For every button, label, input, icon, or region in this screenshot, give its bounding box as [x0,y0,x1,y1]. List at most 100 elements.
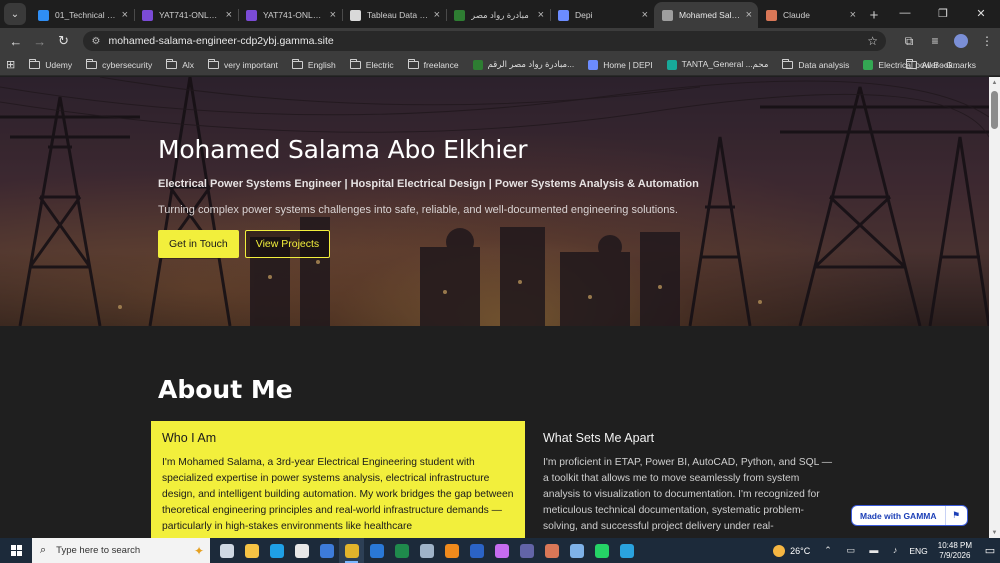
bookmark-folder[interactable]: English [291,58,336,70]
snipping-icon [569,543,584,558]
taskbar-app-keyboard[interactable] [414,538,439,563]
taskbar-app-telegram[interactable] [614,538,639,563]
bookmark-label: very important [224,59,278,70]
file-explorer-icon [244,543,259,558]
bookmark-folder[interactable]: cybersecurity [86,58,152,70]
browser-tab[interactable]: YAT741-ONL4_D × [134,2,238,28]
tab-favicon-icon [558,9,569,21]
address-bar[interactable]: ⚙ mohamed-salama-engineer-cdp2ybj.gamma.… [83,31,886,51]
taskbar-app-chrome[interactable] [339,538,364,563]
bookmark-folder[interactable]: Electric [349,58,394,70]
who-i-am-card: Who I Am I'm Mohamed Salama, a 3rd-year … [151,421,525,538]
what-sets-me-apart-heading: What Sets Me Apart [543,431,655,445]
weather-widget[interactable]: 26°C [773,544,810,557]
tray-icons[interactable]: ⌃ ▭ ▬ ♪ [824,545,903,556]
scrollbar-thumb[interactable] [991,91,998,129]
bookmark-folder[interactable]: freelance [407,58,459,70]
all-bookmarks-folder[interactable]: All Bookmarks [905,58,976,70]
close-tab-icon[interactable]: × [122,9,128,21]
close-tab-icon[interactable]: × [538,9,544,21]
tab-favicon-icon [454,9,465,21]
browser-tab[interactable]: YAT741-ONL4_D × [238,2,342,28]
scroll-down-icon[interactable]: ▼ [989,527,1000,538]
url-text: mohamed-salama-engineer-cdp2ybj.gamma.si… [108,35,334,47]
browser-tab[interactable]: مبادرة رواد مصر × [446,2,550,28]
site-info-icon[interactable]: ⚙ [91,36,100,47]
browser-tab[interactable]: Depi × [550,2,654,28]
browser-tab[interactable]: 01_Technical - O × [30,2,134,28]
media-controls-icon[interactable]: ≡ [922,34,948,48]
restore-icon[interactable]: ❐ [924,0,962,26]
taskbar-app-copilot[interactable] [489,538,514,563]
page-scrollbar[interactable]: ▲ ▼ [989,77,1000,538]
tab-search-icon[interactable]: ⌄ [4,3,26,25]
get-in-touch-button[interactable]: Get in Touch [158,230,239,258]
clock[interactable]: 10:48 PM 7/9/2026 [938,541,972,561]
close-tab-icon[interactable]: × [746,9,752,21]
tab-favicon-icon [662,9,673,21]
browser-tab[interactable]: Tableau Data Re × [342,2,446,28]
notifications-icon[interactable]: ▭ [980,544,1000,557]
reload-icon[interactable]: ↻ [52,33,76,49]
chrome-icon [344,543,359,558]
bookmark-folder[interactable]: Alx [166,58,195,70]
close-tab-icon[interactable]: × [642,9,648,21]
teams-icon [519,543,534,558]
what-sets-me-apart: What Sets Me Apart I'm proficient in ETA… [543,431,833,535]
bookmark-folder[interactable]: very important [208,58,278,70]
copilot-icon [494,543,509,558]
taskbar-app-file-explorer[interactable] [239,538,264,563]
close-tab-icon[interactable]: × [226,9,232,21]
menu-icon[interactable]: ⋮ [974,34,1000,48]
input-language[interactable]: ENG [909,546,927,556]
close-window-icon[interactable]: ✕ [962,0,1000,26]
hero-tagline: Turning complex power systems challenges… [158,204,678,216]
bookmark-star-icon[interactable]: ☆ [867,34,878,48]
folder-icon [29,58,41,69]
taskbar-app-claude[interactable] [539,538,564,563]
taskbar-app-excel[interactable] [389,538,414,563]
taskbar-app-edge[interactable] [264,538,289,563]
bookmark-folder[interactable]: Udemy [29,58,72,70]
bookmark-label: TANTA_General ...محم [681,59,769,69]
clock-time: 10:48 PM [937,540,972,550]
scroll-up-icon[interactable]: ▲ [989,77,1000,88]
browser-tab[interactable]: Claude × [758,2,862,28]
new-tab-button[interactable]: + [862,2,886,28]
forward-icon[interactable]: → [28,34,52,49]
taskbar-app-snipping[interactable] [564,538,589,563]
back-icon[interactable]: ← [4,34,28,49]
taskbar-app-word[interactable] [464,538,489,563]
view-projects-button[interactable]: View Projects [244,230,331,258]
taskbar-search[interactable]: ⌕ Type here to search ✦ [32,538,210,563]
bookmark-label: Electric [365,59,394,70]
apps-grid-icon[interactable]: ⊞ [6,58,15,71]
taskbar-app-vlc[interactable] [439,538,464,563]
close-tab-icon[interactable]: × [330,9,336,21]
excel-icon [394,543,409,558]
close-tab-icon[interactable]: × [434,9,440,21]
bookmark-folder[interactable]: Data analysis [782,58,849,70]
bookmark-label: Alx [182,59,195,70]
close-tab-icon[interactable]: × [850,9,856,21]
taskbar-app-task-view[interactable] [214,538,239,563]
report-flag-icon[interactable]: ⚑ [944,506,967,525]
made-with-gamma-badge[interactable]: Made with GAMMA ⚑ [851,505,968,526]
taskbar-app-teams[interactable] [514,538,539,563]
taskbar-app-photos[interactable] [314,538,339,563]
bookmark-label: مبادرة رواد مصر الرقم... [487,59,575,69]
browser-tab[interactable]: Mohamed Salam × [654,2,758,28]
task-view-icon [219,543,234,558]
bookmark-link[interactable]: مبادرة رواد مصر الرقم... [472,59,575,70]
bookmark-link[interactable]: TANTA_General ...محم [666,59,769,70]
tab-strip: ⌄ 01_Technical - O × YAT741-ONL4_D × YAT741-… [0,0,1000,28]
taskbar-app-store[interactable] [289,538,314,563]
start-button[interactable] [0,545,32,556]
extensions-icon[interactable]: ⧉ [896,34,922,49]
profile-avatar[interactable] [953,34,968,48]
minimize-icon[interactable]: — [886,0,924,26]
taskbar-app-mail[interactable] [364,538,389,563]
taskbar-app-whatsapp[interactable] [589,538,614,563]
bookmark-link[interactable]: Home | DEPI [588,59,653,70]
claude-icon [544,543,559,558]
